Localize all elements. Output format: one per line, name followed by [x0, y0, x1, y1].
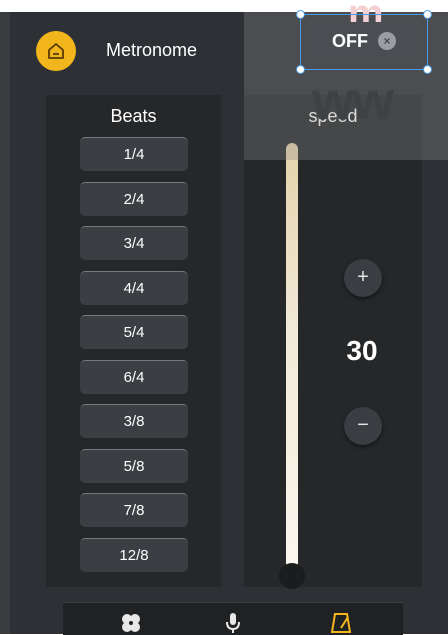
- decrease-speed-button[interactable]: −: [344, 407, 382, 445]
- increase-speed-button[interactable]: +: [344, 259, 382, 297]
- microphone-icon[interactable]: [221, 611, 245, 635]
- watermark-text: ww: [312, 71, 394, 131]
- speed-slider-track[interactable]: [286, 143, 298, 569]
- beat-option-button[interactable]: 3/4: [80, 226, 188, 260]
- speed-panel: speed + 30 −: [244, 95, 422, 589]
- resize-handle[interactable]: [296, 65, 305, 74]
- beat-option-button[interactable]: 7/8: [80, 493, 188, 527]
- beat-option-button[interactable]: 6/4: [80, 359, 188, 394]
- beats-title: Beats: [110, 106, 157, 126]
- beat-option-button[interactable]: 3/8: [80, 404, 188, 438]
- fan-icon[interactable]: [119, 611, 143, 635]
- metronome-icon[interactable]: [329, 611, 353, 635]
- close-icon[interactable]: ×: [378, 32, 396, 50]
- toggle-label: OFF: [332, 30, 368, 51]
- home-button[interactable]: [36, 31, 76, 71]
- bottom-nav: [63, 602, 403, 635]
- resize-handle[interactable]: [423, 65, 432, 74]
- metronome-toggle[interactable]: OFF ×: [307, 22, 421, 60]
- resize-handle[interactable]: [423, 10, 432, 19]
- home-icon: [48, 43, 64, 59]
- beat-option-button[interactable]: 5/4: [80, 315, 188, 349]
- beat-option-button[interactable]: 1/4: [80, 137, 188, 171]
- resize-handle[interactable]: [296, 10, 305, 19]
- toggle-selection-box: OFF ×: [296, 10, 432, 74]
- page-title: Metronome: [106, 40, 198, 60]
- speed-slider-handle[interactable]: [279, 563, 305, 589]
- left-edge-strip: [0, 12, 10, 634]
- beat-option-button[interactable]: 12/8: [80, 537, 188, 572]
- speed-value: 30: [346, 335, 378, 366]
- beat-option-button[interactable]: 5/8: [80, 448, 188, 483]
- beat-option-button[interactable]: 2/4: [80, 181, 188, 216]
- beat-option-button[interactable]: 4/4: [80, 270, 188, 305]
- beats-panel: Beats 1/4 2/4 3/4 4/4 5/4 6/4 3/8 5/8 7/8 12/8: [46, 95, 221, 587]
